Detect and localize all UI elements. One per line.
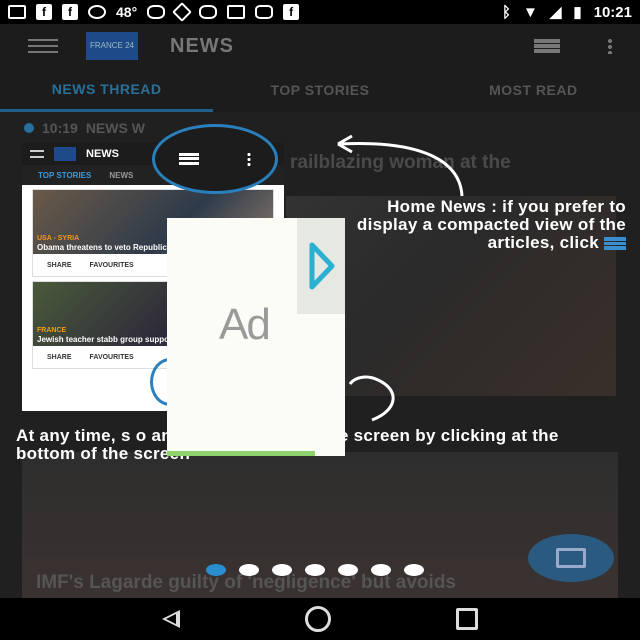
tab-most-read[interactable]: MOST READ: [427, 68, 640, 112]
app-logo: FRANCE 24: [86, 32, 138, 60]
recent-apps-icon[interactable]: [455, 608, 478, 630]
feed-section: NEWS W: [85, 120, 145, 136]
page-dot[interactable]: [239, 564, 259, 576]
highlight-circle: [152, 124, 278, 194]
menu-icon: [30, 150, 44, 158]
cat-icon: [255, 5, 274, 19]
ad-banner[interactable]: Ad: [167, 218, 345, 456]
favourites-label: FAVOURITES: [89, 261, 134, 269]
facebook-icon: f: [62, 4, 78, 20]
page-dot[interactable]: [305, 564, 325, 576]
share-label: SHARE: [47, 261, 72, 269]
facebook-icon: f: [283, 4, 300, 20]
signal-icon: ◢: [549, 4, 562, 21]
status-bar: f f 48° f ᛒ ▼ ◢ ▮ 10:21: [0, 0, 640, 24]
home-icon[interactable]: [304, 606, 331, 632]
page-title: NEWS: [170, 34, 234, 57]
more-options-icon[interactable]: [608, 38, 612, 54]
pagination-dots: [206, 564, 424, 576]
app-bar: FRANCE 24 NEWS: [0, 24, 640, 68]
live-tv-button[interactable]: [528, 534, 614, 582]
article-title[interactable]: railblazing woman at the: [290, 152, 511, 174]
feed-time: 10:19: [42, 120, 78, 136]
surfer-icon: [147, 5, 166, 19]
ad-label: Ad: [219, 300, 271, 349]
help-text: Home News : if you prefer to display a c…: [356, 197, 626, 252]
list-view-icon: [179, 153, 199, 165]
timeline-dot: [24, 123, 34, 133]
page-dot[interactable]: [404, 564, 424, 576]
feed-meta: 10:19 NEWS W: [24, 120, 145, 136]
app-logo: [54, 147, 76, 161]
tab-top-stories[interactable]: TOP STORIES: [213, 68, 426, 112]
ad-choices-icon[interactable]: [297, 218, 345, 314]
page-dot[interactable]: [371, 564, 391, 576]
share-label: SHARE: [47, 353, 72, 361]
mini-tab: NEWS: [109, 170, 134, 180]
wifi-icon: ▼: [522, 3, 538, 21]
message-icon: [8, 5, 26, 19]
bird-icon: [88, 5, 106, 19]
system-nav-bar: [0, 598, 640, 640]
mask-icon: [199, 5, 218, 19]
bluetooth-icon: ᛒ: [501, 3, 511, 21]
keyboard-icon: [227, 5, 246, 19]
more-options-icon: [247, 152, 251, 166]
temperature: 48°: [116, 4, 138, 20]
mini-title: NEWS: [86, 148, 119, 160]
battery-icon: ▮: [573, 4, 582, 21]
menu-icon[interactable]: [28, 39, 58, 53]
page-dot[interactable]: [206, 564, 226, 576]
list-view-icon: [604, 237, 626, 251]
tab-bar: NEWS THREAD TOP STORIES MOST READ: [0, 68, 640, 112]
tab-news-thread[interactable]: NEWS THREAD: [0, 68, 214, 112]
wrench-icon: [172, 2, 193, 22]
page-dot[interactable]: [272, 564, 292, 576]
clock: 10:21: [593, 3, 632, 21]
help-text-home-news: Home News : if you prefer to display a c…: [350, 198, 626, 252]
back-icon[interactable]: [162, 610, 181, 628]
page-dot[interactable]: [338, 564, 358, 576]
list-view-icon[interactable]: [534, 39, 560, 53]
logo-text: FRANCE 24: [89, 41, 134, 50]
tv-icon: [556, 548, 586, 568]
facebook-icon: f: [36, 4, 52, 20]
mini-tab: TOP STORIES: [38, 170, 92, 180]
ad-accent-bar: [167, 451, 315, 456]
favourites-label: FAVOURITES: [89, 353, 134, 361]
